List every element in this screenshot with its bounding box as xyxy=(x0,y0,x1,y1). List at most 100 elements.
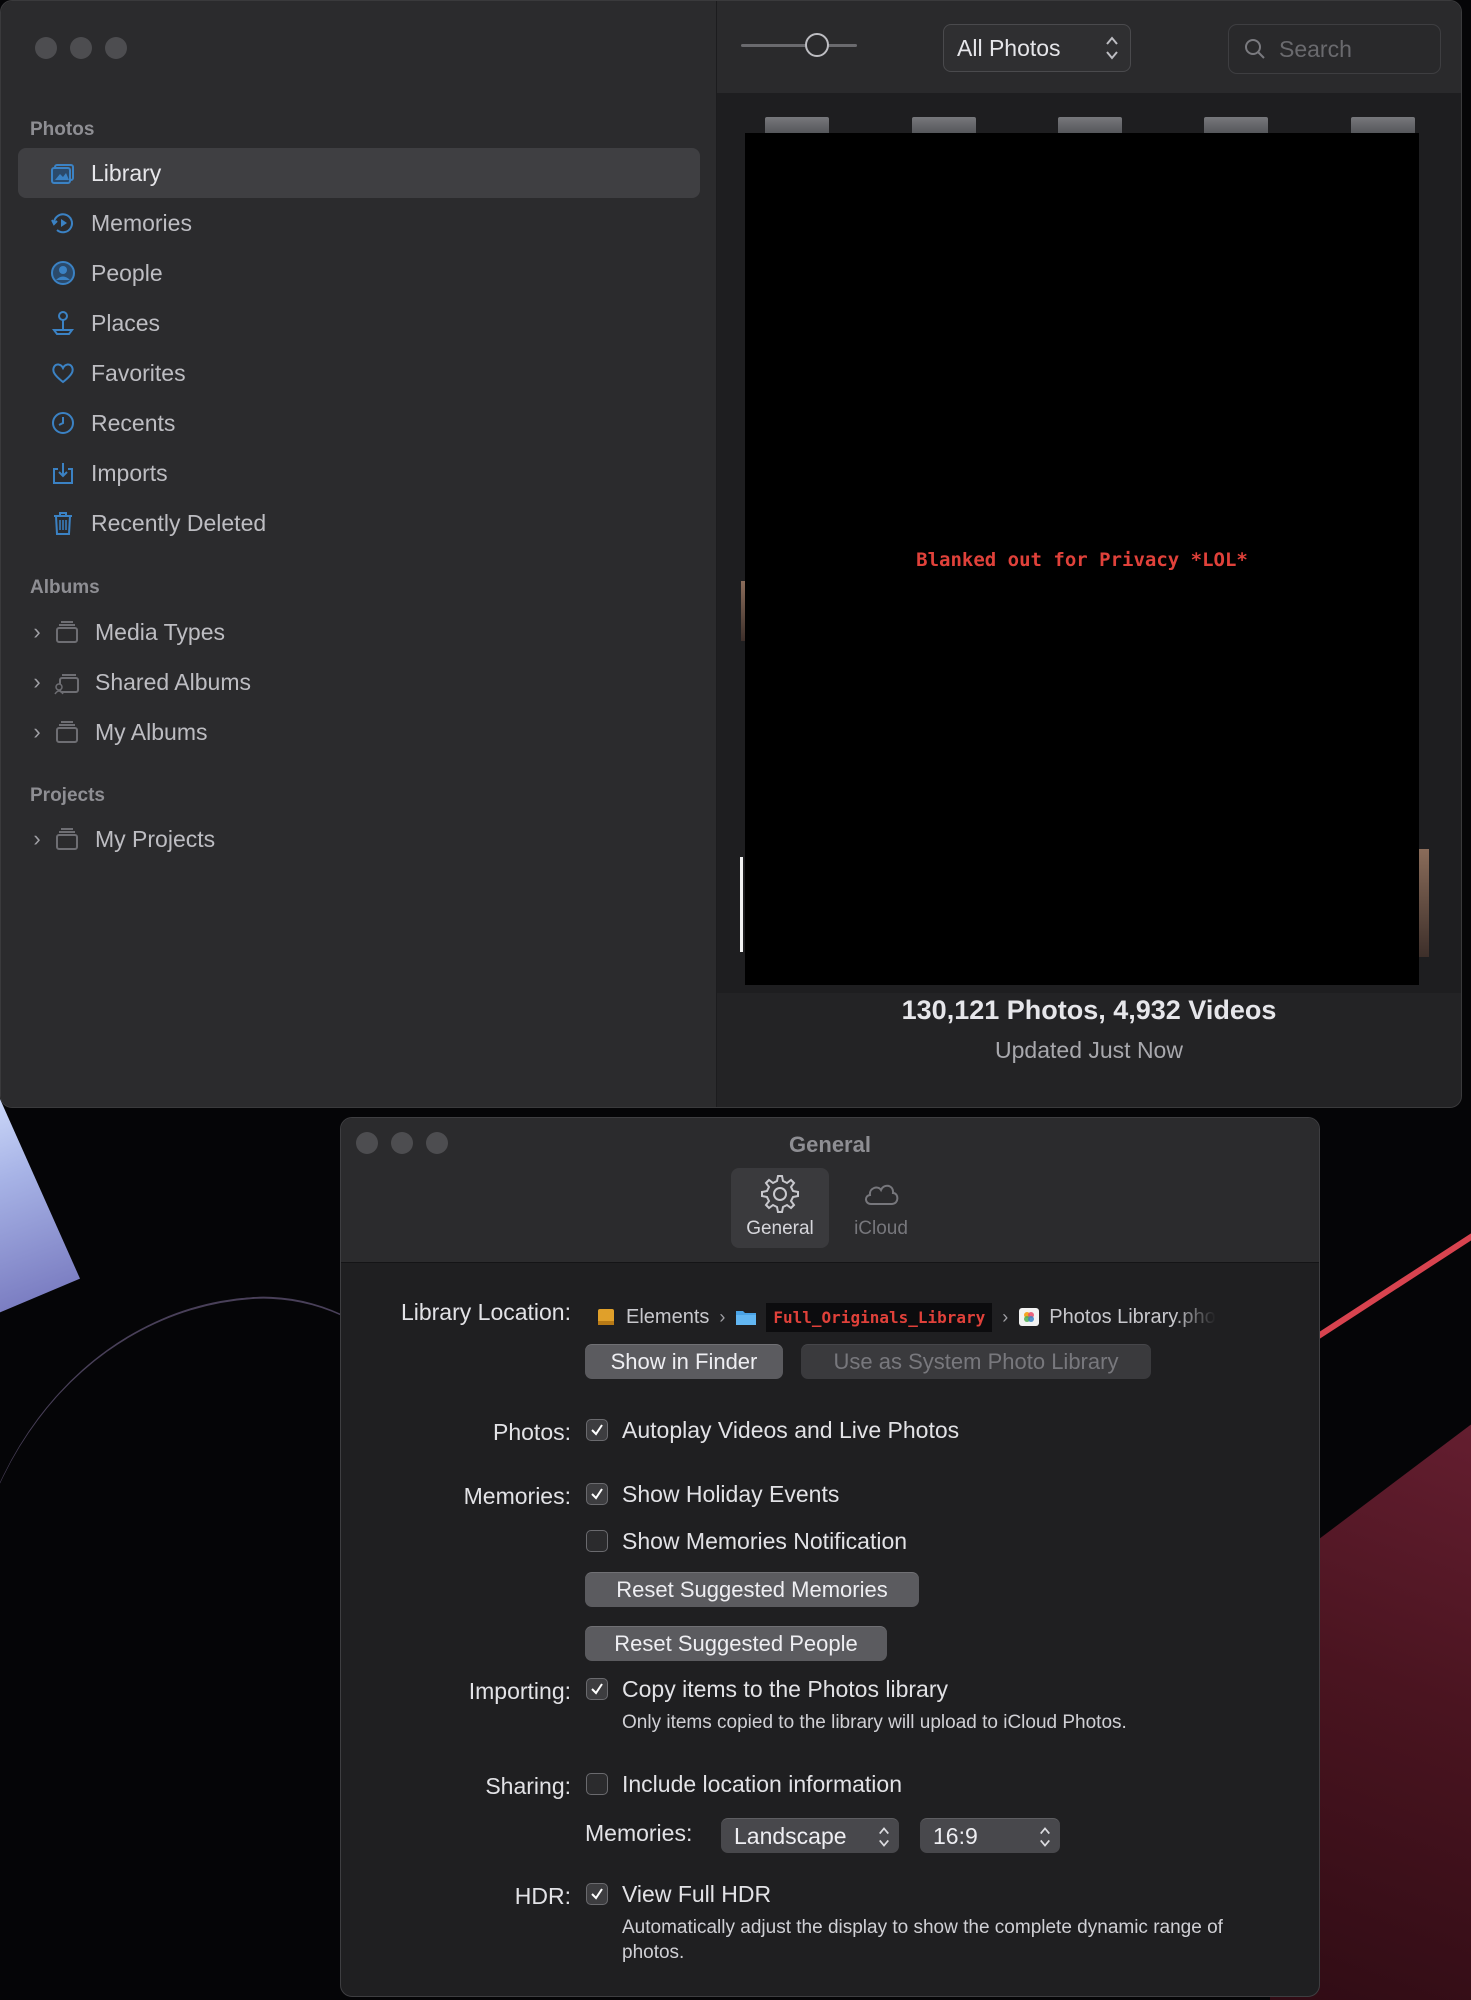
library-counts: 130,121 Photos, 4,932 Videos xyxy=(901,995,1277,1025)
reset-suggested-people-button[interactable]: Reset Suggested People xyxy=(585,1626,887,1661)
copy-items-label: Copy items to the Photos library xyxy=(622,1676,948,1702)
shared-album-icon xyxy=(52,667,82,697)
tab-label: General xyxy=(746,1218,814,1239)
search-icon xyxy=(1245,39,1265,59)
memories-icon xyxy=(48,208,78,238)
section-header-projects: Projects xyxy=(30,785,105,806)
sidebar-item-label: My Albums xyxy=(95,718,208,745)
checkmark-icon xyxy=(591,1683,603,1695)
autoplay-checkbox[interactable] xyxy=(586,1419,608,1441)
privacy-note: Blanked out for Privacy *LOL* xyxy=(916,549,1248,571)
gear-icon xyxy=(761,1175,799,1213)
library-path-control[interactable]: Elements › Full_Originals_Library › Phot… xyxy=(595,1300,1216,1334)
sidebar-item-my-projects[interactable]: › My Projects xyxy=(18,814,700,864)
sidebar-item-label: Recently Deleted xyxy=(91,509,267,536)
include-location-checkbox[interactable] xyxy=(586,1773,608,1795)
search-input[interactable] xyxy=(1277,34,1431,64)
sidebar-item-media-types[interactable]: › Media Types xyxy=(18,607,700,657)
aspect-ratio-select[interactable]: 16:9 xyxy=(920,1818,1060,1853)
people-icon xyxy=(48,258,78,288)
path-item-photos-library[interactable]: Photos Library.pho xyxy=(1018,1306,1216,1329)
hdr-setting-label: HDR: xyxy=(514,1883,571,1909)
importing-setting-label: Importing: xyxy=(468,1678,571,1704)
path-item-folder[interactable]: Full_Originals_Library xyxy=(735,1302,993,1332)
toolbar: All Photos xyxy=(717,1,1461,94)
view-select-value: All Photos xyxy=(957,34,1061,61)
settings-window: General General iCloud Library Location:… xyxy=(340,1117,1320,1997)
chevron-updown-icon xyxy=(1040,1827,1050,1847)
sharing-setting-label: Sharing: xyxy=(485,1773,571,1799)
chevron-right-icon[interactable]: › xyxy=(26,719,48,745)
tab-icloud[interactable]: iCloud xyxy=(832,1168,930,1248)
sidebar-item-memories[interactable]: Memories xyxy=(18,198,700,248)
chevron-right-icon: › xyxy=(719,1306,726,1327)
privacy-redaction-block: Blanked out for Privacy *LOL* xyxy=(745,133,1419,985)
chevron-right-icon: › xyxy=(1002,1306,1009,1327)
reset-suggested-memories-button[interactable]: Reset Suggested Memories xyxy=(585,1572,919,1607)
view-full-hdr-label: View Full HDR xyxy=(622,1881,772,1907)
zoom-slider-thumb[interactable] xyxy=(805,33,830,57)
sidebar-item-people[interactable]: People xyxy=(18,248,700,298)
sidebar-item-my-albums[interactable]: › My Albums xyxy=(18,707,700,757)
photo-grid[interactable]: Blanked out for Privacy *LOL* xyxy=(717,93,1461,993)
minimize-button[interactable] xyxy=(70,37,92,59)
folder-icon xyxy=(736,1311,757,1325)
chevron-right-icon[interactable]: › xyxy=(26,619,48,645)
holiday-events-checkbox[interactable] xyxy=(586,1483,608,1505)
tab-general[interactable]: General xyxy=(731,1168,829,1248)
sidebar-item-label: My Projects xyxy=(95,825,216,852)
search-field[interactable] xyxy=(1228,24,1441,74)
sidebar-item-recents[interactable]: Recents xyxy=(18,398,700,448)
sidebar-item-label: Memories xyxy=(91,209,192,236)
chevron-right-icon[interactable]: › xyxy=(26,669,48,695)
photos-library-icon xyxy=(1019,1308,1040,1326)
window-controls xyxy=(35,37,127,59)
sidebar-item-label: Recents xyxy=(91,409,176,436)
library-location-label: Library Location: xyxy=(400,1299,571,1325)
sidebar-item-shared-albums[interactable]: › Shared Albums xyxy=(18,657,700,707)
chevron-right-icon[interactable]: › xyxy=(26,826,48,852)
zoom-button[interactable] xyxy=(105,37,127,59)
show-in-finder-button[interactable]: Show in Finder xyxy=(585,1344,783,1379)
use-as-system-library-button[interactable]: Use as System Photo Library xyxy=(801,1344,1151,1379)
main-content: All Photos Blanked out for Privacy *LOL*… xyxy=(717,1,1461,1107)
sidebar-item-favorites[interactable]: Favorites xyxy=(18,348,700,398)
clock-icon xyxy=(48,408,78,438)
photos-window: Photos Library Memories People Places Fa… xyxy=(0,0,1462,1108)
importing-help-text: Only items copied to the library will up… xyxy=(622,1712,1127,1733)
sidebar-item-label: Library xyxy=(91,159,162,186)
library-icon xyxy=(48,158,78,188)
path-item-elements[interactable]: Elements xyxy=(595,1306,709,1329)
orientation-select[interactable]: Landscape xyxy=(721,1818,899,1853)
cloud-icon xyxy=(865,1184,899,1205)
wallpaper-red-line xyxy=(1298,1203,1471,1351)
album-stack-icon xyxy=(52,824,82,854)
sidebar-item-imports[interactable]: Imports xyxy=(18,448,700,498)
memories-setting-label: Memories: xyxy=(463,1483,571,1509)
sidebar-item-places[interactable]: Places xyxy=(18,298,700,348)
memories-notification-checkbox[interactable] xyxy=(586,1530,608,1552)
close-button[interactable] xyxy=(35,37,57,59)
autoplay-label: Autoplay Videos and Live Photos xyxy=(622,1417,960,1443)
sidebar-item-recently-deleted[interactable]: Recently Deleted xyxy=(18,498,700,548)
checkmark-icon xyxy=(591,1424,603,1436)
include-location-label: Include location information xyxy=(622,1771,902,1797)
photos-setting-label: Photos: xyxy=(493,1419,571,1445)
copy-items-checkbox[interactable] xyxy=(586,1678,608,1700)
tab-label: iCloud xyxy=(854,1218,908,1239)
sidebar-item-label: Shared Albums xyxy=(95,668,251,695)
import-icon xyxy=(48,458,78,488)
zoom-slider-track xyxy=(741,44,857,47)
sidebar-item-label: People xyxy=(91,259,163,286)
sidebar-item-library[interactable]: Library xyxy=(18,148,700,198)
sidebar-item-label: Imports xyxy=(91,459,168,486)
view-select[interactable]: All Photos xyxy=(943,24,1131,72)
memories-notification-label: Show Memories Notification xyxy=(622,1528,908,1554)
zoom-slider[interactable] xyxy=(741,33,857,57)
chevron-updown-icon xyxy=(879,1827,889,1847)
view-full-hdr-checkbox[interactable] xyxy=(586,1883,608,1905)
places-icon xyxy=(48,308,78,338)
hdr-help-text: Automatically adjust the display to show… xyxy=(622,1917,1223,1963)
settings-title: General xyxy=(789,1132,871,1157)
sidebar: Photos Library Memories People Places Fa… xyxy=(1,1,717,1107)
